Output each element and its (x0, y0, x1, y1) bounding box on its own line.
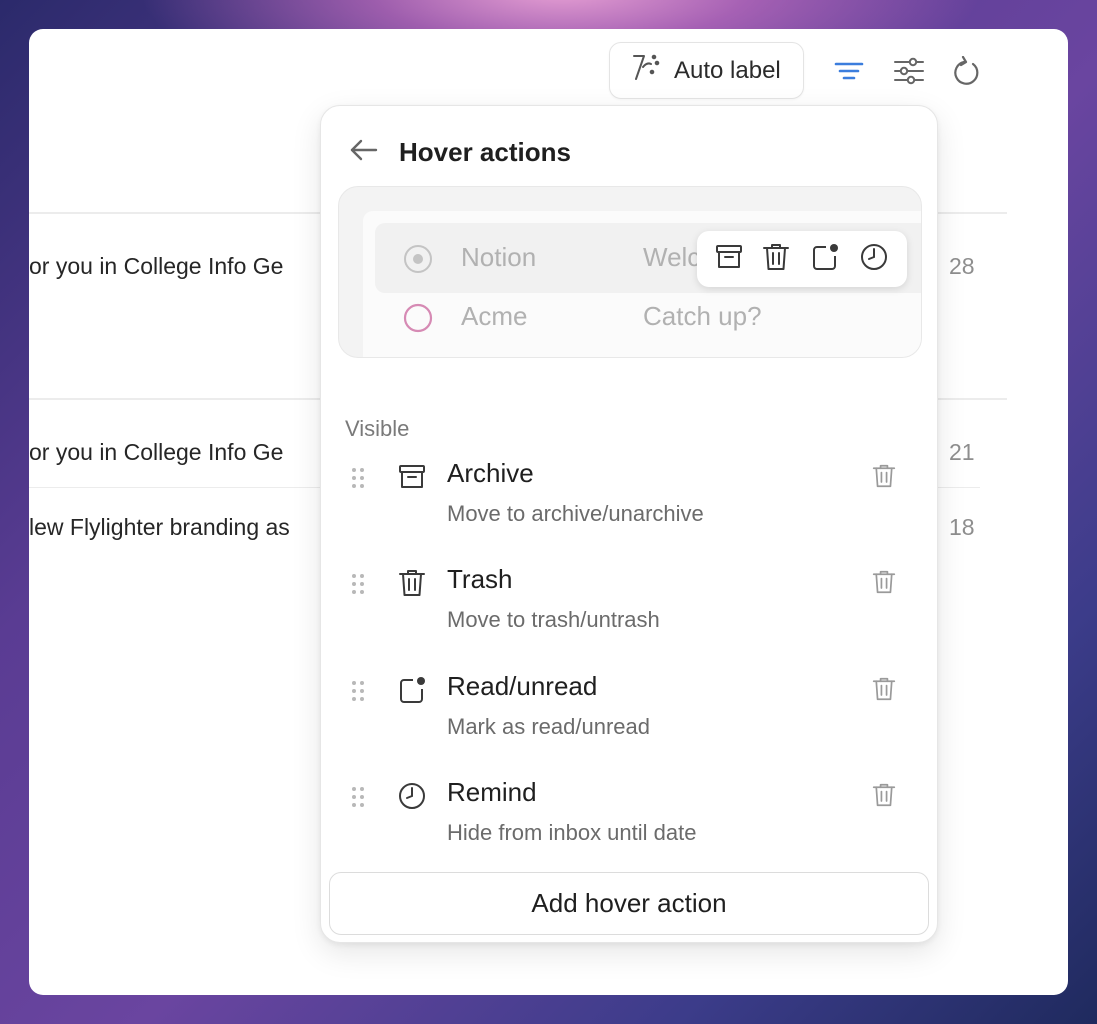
list-item-subject[interactable]: or you in College Info Ge (29, 439, 283, 466)
trash-icon (395, 566, 429, 600)
hover-preview: Notion Welc Acme Catch up? (338, 186, 922, 358)
app-window: Auto label or you in College Info Ge 28 … (29, 29, 1068, 995)
auto-label-button[interactable]: Auto label (609, 42, 804, 99)
arrow-left-icon[interactable] (349, 138, 379, 167)
remind-icon (395, 779, 429, 813)
remind-icon[interactable] (859, 242, 889, 277)
action-description: Move to archive/unarchive (447, 501, 704, 526)
list-item-subject[interactable]: lew Flylighter branding as (29, 514, 290, 541)
filter-icon[interactable] (831, 53, 867, 89)
hover-actions-popover: Hover actions Notion Welc Acme Catch up?… (320, 105, 938, 943)
hover-action-item: Trash Move to trash/untrash (321, 552, 937, 652)
drag-handle-icon[interactable] (351, 466, 365, 495)
action-description: Move to trash/untrash (447, 607, 660, 632)
hover-action-item: Archive Move to archive/unarchive (321, 446, 937, 546)
list-item-date: 21 (949, 439, 975, 465)
unread-status-icon (403, 303, 433, 338)
auto-label-icon (630, 51, 662, 90)
hover-action-item: Remind Hide from inbox until date (321, 765, 937, 865)
read-status-icon (403, 244, 433, 279)
delete-action-icon[interactable] (872, 675, 896, 708)
drag-handle-icon[interactable] (351, 572, 365, 601)
refresh-icon[interactable] (949, 53, 985, 89)
list-item-subject[interactable]: or you in College Info Ge (29, 253, 283, 280)
drag-handle-icon[interactable] (351, 679, 365, 708)
preview-list: Notion Welc Acme Catch up? (363, 211, 921, 357)
popover-title: Hover actions (399, 136, 571, 167)
hover-actions-bar (697, 231, 907, 287)
action-title: Trash (447, 564, 513, 594)
preview-sender: Notion (461, 242, 537, 272)
action-description: Mark as read/unread (447, 714, 650, 739)
action-title: Archive (447, 458, 534, 488)
preview-sender: Acme (461, 301, 528, 331)
list-item-date: 18 (949, 514, 975, 540)
delete-action-icon[interactable] (872, 568, 896, 601)
add-hover-action-button[interactable]: Add hover action (329, 872, 929, 935)
section-label-visible: Visible (345, 416, 410, 441)
action-description: Hide from inbox until date (447, 820, 697, 845)
read-unread-icon (395, 673, 429, 707)
auto-label-text: Auto label (674, 56, 781, 84)
action-title: Read/unread (447, 671, 598, 701)
preview-subject: Welc (643, 242, 701, 272)
delete-action-icon[interactable] (872, 781, 896, 814)
popover-header: Hover actions (349, 134, 571, 170)
delete-action-icon[interactable] (872, 462, 896, 495)
hover-action-item: Read/unread Mark as read/unread (321, 659, 937, 759)
drag-handle-icon[interactable] (351, 785, 365, 814)
action-title: Remind (447, 777, 537, 807)
trash-icon[interactable] (762, 242, 790, 277)
preview-subject: Catch up? (643, 301, 762, 331)
archive-icon[interactable] (715, 243, 743, 276)
settings-sliders-icon[interactable] (891, 53, 927, 89)
list-item-date: 28 (949, 253, 975, 279)
archive-icon (395, 460, 429, 494)
read-unread-icon[interactable] (810, 242, 840, 277)
